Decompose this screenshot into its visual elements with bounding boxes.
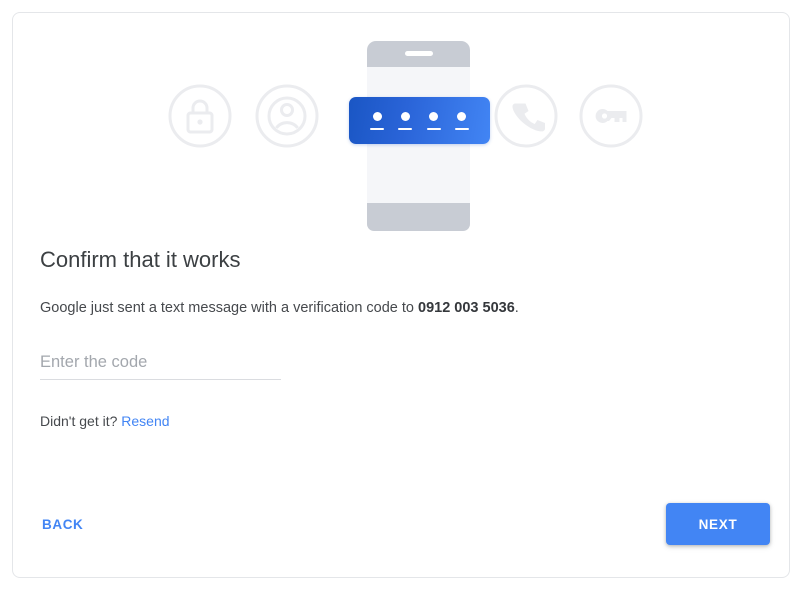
verification-card: Confirm that it works Google just sent a… (12, 12, 790, 578)
code-slot (398, 111, 413, 130)
page-title: Confirm that it works (40, 247, 241, 272)
instruction-text: Google just sent a text message with a v… (40, 298, 762, 318)
resend-prompt: Didn't get it? (40, 413, 118, 430)
code-field-wrapper (40, 353, 281, 381)
resend-link[interactable]: Resend (121, 413, 169, 429)
footer-actions: BACK NEXT (40, 503, 770, 545)
code-dot (400, 111, 410, 121)
content-area: Confirm that it works Google just sent a… (40, 231, 762, 429)
resend-row: Didn't get it? Resend (40, 413, 762, 429)
phone-number: 0912 003 5036 (418, 300, 515, 316)
phone-icon (494, 84, 558, 148)
code-dash (398, 127, 413, 130)
phone-speaker (405, 51, 433, 56)
instruction-text-lead: Google just sent a text message with a v… (40, 300, 419, 316)
instruction-text-trail: . (514, 300, 519, 316)
code-dot (372, 111, 382, 121)
code-input[interactable] (40, 353, 281, 381)
code-dash (370, 127, 385, 130)
verification-code-banner (349, 97, 490, 144)
code-slot (370, 111, 385, 130)
code-slot (426, 111, 441, 130)
code-dot (429, 111, 439, 121)
code-slot (454, 111, 469, 130)
code-dot (457, 111, 467, 121)
person-icon (255, 84, 319, 148)
code-dash (454, 127, 469, 130)
code-dash (426, 127, 441, 130)
lock-icon (168, 84, 232, 148)
verification-illustration (13, 13, 789, 235)
key-icon (579, 84, 643, 148)
back-button[interactable]: BACK (40, 509, 85, 540)
next-button[interactable]: NEXT (666, 503, 770, 545)
